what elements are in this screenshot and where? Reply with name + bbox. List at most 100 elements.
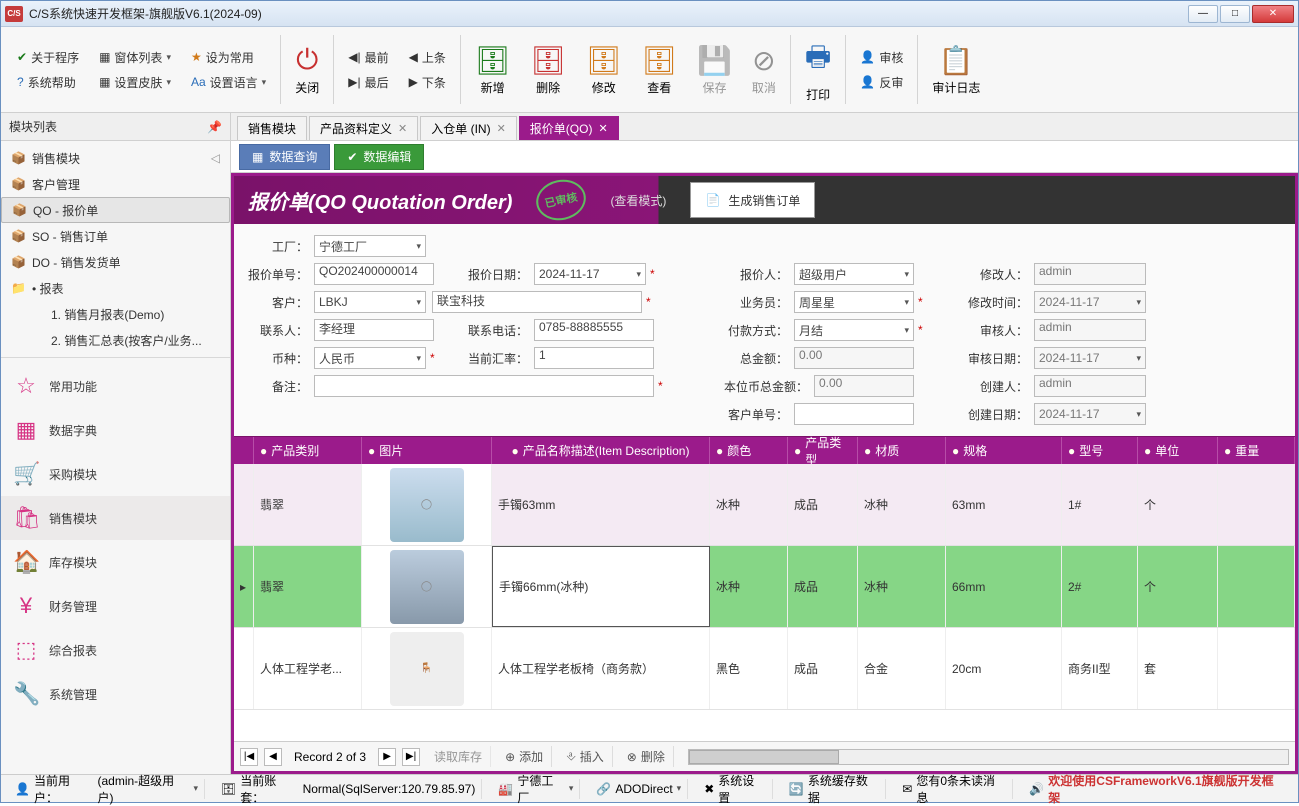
rate-field[interactable]: 1 bbox=[534, 347, 654, 369]
product-image: 🪑 bbox=[390, 632, 464, 706]
close-icon[interactable]: ✕ bbox=[598, 122, 607, 135]
edit-button[interactable]: 🗄修改 bbox=[576, 29, 632, 110]
col-desc[interactable]: ●产品名称描述(Item Description) bbox=[492, 437, 710, 464]
help-button[interactable]: ?系统帮助 bbox=[13, 71, 83, 93]
language-button[interactable]: Aa设置语言▾ bbox=[187, 71, 270, 93]
tree-report-summary[interactable]: 2. 销售汇总表(按客户/业务... bbox=[1, 327, 230, 353]
close-icon[interactable]: ✕ bbox=[497, 122, 506, 135]
add-row-button[interactable]: ⊕添加 bbox=[497, 746, 552, 767]
grid-row-selected[interactable]: ▸ 翡翠 ◯ 手镯66mm(冰种) 冰种 成品 冰种 66mm 2# 个 bbox=[234, 546, 1295, 628]
mod-data-dict[interactable]: ▦数据字典 bbox=[1, 408, 230, 452]
generate-sales-order-button[interactable]: 📄生成销售订单 bbox=[690, 182, 815, 218]
sidebar: 模块列表📌 📦销售模块◁ 📦客户管理 📦QO - 报价单 📦SO - 销售订单 … bbox=[1, 113, 231, 774]
date-field[interactable]: 2024-11-17▾ bbox=[534, 263, 646, 285]
last-record-button[interactable]: ▶|最后 bbox=[344, 71, 392, 93]
set-default-button[interactable]: ★设为常用 bbox=[187, 46, 270, 68]
mod-favorites[interactable]: ☆常用功能 bbox=[1, 364, 230, 408]
first-record-button[interactable]: ◀|最前 bbox=[344, 46, 392, 68]
tab-product-def[interactable]: 产品资料定义✕ bbox=[309, 116, 418, 140]
quoter-field[interactable]: 超级用户▾ bbox=[794, 263, 914, 285]
status-settings[interactable]: ✖系统设置 bbox=[698, 779, 773, 799]
status-user[interactable]: 👤当前用户：(admin-超级用户)▾ bbox=[9, 779, 205, 799]
grid-row[interactable]: 人体工程学老... 🪑 人体工程学老板椅（商务款） 黑色 成品 合金 20cm … bbox=[234, 628, 1295, 710]
skin-button[interactable]: ▦设置皮肤▾ bbox=[95, 71, 175, 93]
tree-sales-module[interactable]: 📦销售模块◁ bbox=[1, 145, 230, 171]
mod-sales[interactable]: 🛍销售模块 bbox=[1, 496, 230, 540]
col-model[interactable]: ●型号 bbox=[1062, 437, 1138, 464]
add-button[interactable]: 🗄新增 bbox=[465, 29, 521, 110]
creator-field: admin bbox=[1034, 375, 1146, 397]
tree-qo-quotation[interactable]: 📦QO - 报价单 bbox=[1, 197, 230, 223]
basetotal-field: 0.00 bbox=[814, 375, 914, 397]
next-record-button[interactable]: ▶下条 bbox=[405, 71, 450, 93]
col-unit[interactable]: ●单位 bbox=[1138, 437, 1218, 464]
col-color[interactable]: ●颜色 bbox=[710, 437, 788, 464]
phone-field[interactable]: 0785-88885555 bbox=[534, 319, 654, 341]
nav-first-button[interactable]: |◀ bbox=[240, 748, 258, 766]
docno-field[interactable]: QO202400000014 bbox=[314, 263, 434, 285]
status-ado[interactable]: 🔗ADODirect▾ bbox=[590, 779, 688, 799]
grid-footer: |◀ ◀ Record 2 of 3 ▶ ▶| 读取库存 ⊕添加 ⎀插入 ⊗删除 bbox=[234, 741, 1295, 771]
view-button[interactable]: 🗄查看 bbox=[631, 29, 687, 110]
nav-prev-button[interactable]: ◀ bbox=[264, 748, 282, 766]
delete-row-button[interactable]: ⊗删除 bbox=[619, 746, 674, 767]
nav-last-button[interactable]: ▶| bbox=[402, 748, 420, 766]
mod-reports[interactable]: ⬚综合报表 bbox=[1, 628, 230, 672]
maximize-button[interactable]: □ bbox=[1220, 5, 1250, 23]
tree-reports[interactable]: 📁• 报表 bbox=[1, 275, 230, 301]
minimize-button[interactable]: — bbox=[1188, 5, 1218, 23]
titlebar: C/S C/S系统快速开发框架-旗舰版V6.1(2024-09) — □ ✕ bbox=[1, 1, 1298, 27]
tree-customer-mgmt[interactable]: 📦客户管理 bbox=[1, 171, 230, 197]
col-weight[interactable]: ●重量 bbox=[1218, 437, 1295, 464]
col-category[interactable]: ●产品类别 bbox=[254, 437, 362, 464]
tab-sales-module[interactable]: 销售模块 bbox=[237, 116, 307, 140]
tab-quotation[interactable]: 报价单(QO)✕ bbox=[519, 116, 619, 140]
total-field: 0.00 bbox=[794, 347, 914, 369]
payment-field[interactable]: 月结▾ bbox=[794, 319, 914, 341]
subtab-edit[interactable]: ✔数据编辑 bbox=[334, 144, 424, 170]
status-cache[interactable]: 🔄系统缓存数据 bbox=[783, 779, 886, 799]
mod-purchase[interactable]: 🛒采购模块 bbox=[1, 452, 230, 496]
custno-field[interactable] bbox=[794, 403, 914, 425]
factory-select[interactable]: 宁德工厂▾ bbox=[314, 235, 426, 257]
tree-report-monthly[interactable]: 1. 销售月报表(Demo) bbox=[1, 301, 230, 327]
col-material[interactable]: ●材质 bbox=[858, 437, 946, 464]
remark-field[interactable] bbox=[314, 375, 654, 397]
mod-system[interactable]: 🔧系统管理 bbox=[1, 672, 230, 716]
window-list-button[interactable]: ▦窗体列表▾ bbox=[95, 46, 175, 68]
prev-record-button[interactable]: ◀上条 bbox=[405, 46, 450, 68]
subtab-query[interactable]: ▦数据查询 bbox=[239, 144, 330, 170]
col-ptype[interactable]: ●产品类型 bbox=[788, 437, 858, 464]
grid-row[interactable]: 翡翠 ◯ 手镯63mm 冰种 成品 冰种 63mm 1# 个 bbox=[234, 464, 1295, 546]
contact-field[interactable]: 李经理 bbox=[314, 319, 434, 341]
sales-field[interactable]: 周星星▾ bbox=[794, 291, 914, 313]
close-window-button[interactable]: ⏻关闭 bbox=[285, 29, 329, 110]
print-button[interactable]: 🖶打印 bbox=[795, 29, 841, 110]
mod-finance[interactable]: ¥财务管理 bbox=[1, 584, 230, 628]
cust-code-field[interactable]: LBKJ▾ bbox=[314, 291, 426, 313]
tree-so-order[interactable]: 📦SO - 销售订单 bbox=[1, 223, 230, 249]
cust-name-field[interactable]: 联宝科技 bbox=[432, 291, 642, 313]
pin-icon[interactable]: 📌 bbox=[207, 120, 222, 134]
status-messages[interactable]: ✉您有0条未读消息 bbox=[896, 779, 1013, 799]
nav-next-button[interactable]: ▶ bbox=[378, 748, 396, 766]
mod-inventory[interactable]: 🏠库存模块 bbox=[1, 540, 230, 584]
product-image: ◯ bbox=[390, 468, 464, 542]
col-image[interactable]: ●图片 bbox=[362, 437, 492, 464]
delete-button[interactable]: 🗄删除 bbox=[520, 29, 576, 110]
audit-log-button[interactable]: 📋审计日志 bbox=[922, 29, 990, 110]
close-icon[interactable]: ✕ bbox=[398, 122, 407, 135]
currency-field[interactable]: 人民币▾ bbox=[314, 347, 426, 369]
col-spec[interactable]: ●规格 bbox=[946, 437, 1062, 464]
status-factory[interactable]: 🏭宁德工厂▾ bbox=[492, 779, 580, 799]
status-bar: 👤当前用户：(admin-超级用户)▾ 🗄当前账套：Normal(SqlServ… bbox=[1, 774, 1298, 802]
insert-row-button[interactable]: ⎀插入 bbox=[558, 746, 613, 767]
read-stock-button[interactable]: 读取库存 bbox=[426, 746, 491, 767]
close-button[interactable]: ✕ bbox=[1252, 5, 1294, 23]
approve-button[interactable]: 👤审核 bbox=[856, 46, 907, 68]
about-button[interactable]: ✔关于程序 bbox=[13, 46, 83, 68]
horizontal-scrollbar[interactable] bbox=[688, 749, 1289, 765]
unapprove-button[interactable]: 👤反审 bbox=[856, 71, 907, 93]
tab-in-warehouse[interactable]: 入仓单 (IN)✕ bbox=[420, 116, 517, 140]
tree-do-delivery[interactable]: 📦DO - 销售发货单 bbox=[1, 249, 230, 275]
